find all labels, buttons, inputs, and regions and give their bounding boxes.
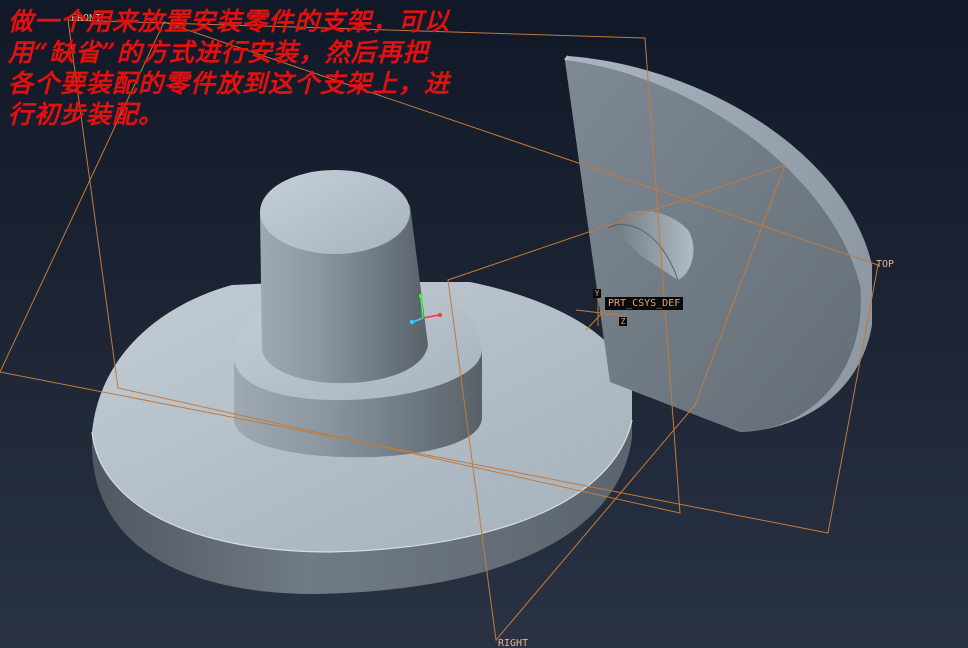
coordinate-system-label[interactable]: PRT_CSYS_DEF [605,297,684,310]
csys-axis-y-label: Y [593,289,601,298]
csys-axis-z-label: Z [619,317,627,326]
datum-label-right: RIGHT [498,638,528,648]
annotation-note: 做一个用来放置安装零件的支架，可以 用“缺省”的方式进行安装，然后再把 各个要装… [8,7,451,129]
shaft-cylinder[interactable] [260,170,428,384]
support-plate[interactable] [564,55,872,432]
model-viewport[interactable]: FRONT TOP RIGHT 做一个用来放置安装零件的支架，可以 用“缺省”的… [0,0,968,648]
datum-label-top: TOP [876,259,894,270]
